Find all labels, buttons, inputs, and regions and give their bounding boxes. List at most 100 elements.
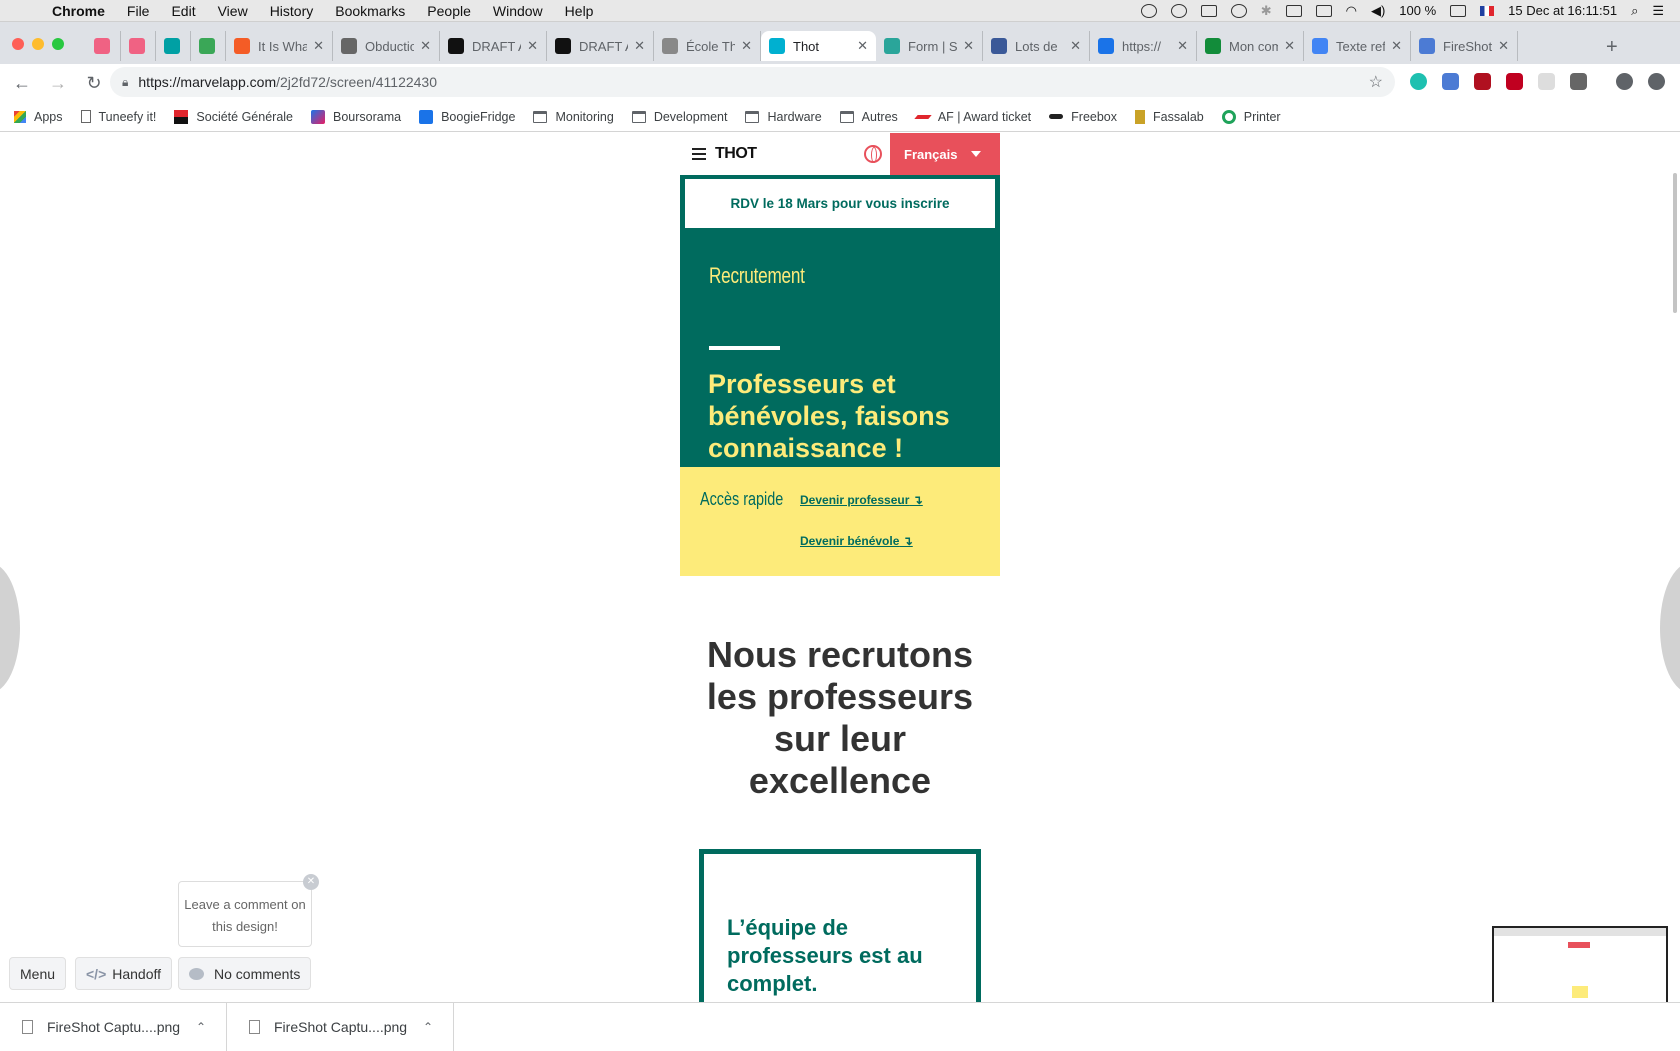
browser-tab[interactable]: École Th ✕: [654, 31, 761, 61]
close-tab-icon[interactable]: ✕: [634, 38, 645, 54]
screen-thumbnail[interactable]: [1492, 926, 1668, 1002]
status-icon[interactable]: [1140, 3, 1157, 18]
bookmark-development[interactable]: Development: [631, 110, 727, 124]
download-item[interactable]: FireShot Captu....png ⌃: [0, 1002, 227, 1051]
do-not-disturb-icon[interactable]: [1170, 3, 1187, 18]
notification-center-icon[interactable]: ☰: [1652, 3, 1664, 19]
bookmark-apps[interactable]: Apps: [14, 110, 63, 124]
browser-tab[interactable]: Texte ref ✕: [1304, 31, 1411, 61]
browser-tab[interactable]: [191, 31, 226, 61]
bookmark-hardware[interactable]: Hardware: [745, 110, 822, 124]
hamburger-menu-icon[interactable]: [692, 148, 706, 160]
browser-tab[interactable]: Lots de ✕: [983, 31, 1090, 61]
marvel-menu-button[interactable]: Menu: [9, 957, 67, 990]
browser-tab[interactable]: DRAFT A ✕: [440, 31, 547, 61]
volume-icon[interactable]: ◀): [1371, 3, 1385, 19]
extension-icon[interactable]: [1442, 73, 1459, 90]
chevron-up-icon[interactable]: ⌃: [196, 1020, 206, 1034]
extension-s-icon[interactable]: [1570, 73, 1587, 90]
airplay-icon[interactable]: [1285, 4, 1302, 17]
download-item[interactable]: FireShot Captu....png ⌃: [227, 1002, 454, 1051]
comment-prompt[interactable]: Leave a comment on this design!: [178, 881, 312, 947]
menu-bookmarks[interactable]: Bookmarks: [335, 3, 405, 19]
close-tab-icon[interactable]: ✕: [420, 38, 431, 54]
browser-tab[interactable]: [86, 31, 121, 61]
profile-avatar-icon[interactable]: [1616, 73, 1633, 90]
battery-status[interactable]: 100 %: [1399, 3, 1436, 18]
handoff-button[interactable]: </> Handoff: [75, 957, 173, 990]
minimize-window-button[interactable]: [32, 38, 44, 50]
close-tab-icon[interactable]: ✕: [1284, 38, 1295, 54]
bluetooth-icon[interactable]: ✱: [1261, 3, 1272, 19]
menu-people[interactable]: People: [427, 3, 471, 19]
browser-tab[interactable]: FireShot ✕: [1411, 31, 1518, 61]
menu-window[interactable]: Window: [493, 3, 543, 19]
previous-screen-button[interactable]: [0, 563, 20, 693]
registration-banner[interactable]: RDV le 18 Mars pour vous inscrire: [685, 179, 995, 228]
close-tab-icon[interactable]: ✕: [1070, 38, 1081, 54]
bookmark-tuneefy-it-[interactable]: Tuneefy it!: [80, 110, 156, 124]
bookmark-monitoring[interactable]: Monitoring: [533, 110, 614, 124]
new-tab-button[interactable]: +: [1606, 36, 1618, 59]
menu-history[interactable]: History: [270, 3, 314, 19]
chrome-menu-icon[interactable]: [1648, 73, 1665, 90]
chevron-up-icon[interactable]: ⌃: [423, 1020, 433, 1034]
lock-icon[interactable]: 🔒︎: [122, 75, 128, 90]
shield-extension-icon[interactable]: [1506, 73, 1523, 90]
bookmark-printer[interactable]: Printer: [1221, 109, 1281, 124]
link-devenir-professeur[interactable]: Devenir professeur ↴: [800, 493, 923, 507]
close-tab-icon[interactable]: ✕: [1498, 38, 1509, 54]
close-window-button[interactable]: [12, 38, 24, 50]
zoom-window-button[interactable]: [52, 38, 64, 50]
extension-badge-icon[interactable]: [1474, 73, 1491, 90]
browser-tab[interactable]: Form | S ✕: [876, 31, 983, 61]
flag-icon[interactable]: [1480, 5, 1495, 16]
app-menu[interactable]: Chrome: [52, 3, 105, 19]
close-tab-icon[interactable]: ✕: [527, 38, 538, 54]
browser-tab[interactable]: Mon com ✕: [1197, 31, 1304, 61]
bookmark-af-award-ticket[interactable]: AF | Award ticket: [914, 110, 1031, 124]
reload-button[interactable]: ↻: [80, 73, 108, 94]
browser-tab[interactable]: [156, 31, 191, 61]
close-tab-icon[interactable]: ✕: [963, 38, 974, 54]
wifi-icon[interactable]: ◠: [1346, 3, 1357, 19]
bookmark-boursorama[interactable]: Boursorama: [311, 109, 401, 124]
bookmark-boogiefridge[interactable]: BoogieFridge: [419, 109, 515, 124]
next-screen-button[interactable]: [1660, 563, 1680, 693]
json-extension-icon[interactable]: [1538, 73, 1555, 90]
bookmark-freebox[interactable]: Freebox: [1049, 110, 1117, 124]
close-tab-icon[interactable]: ✕: [1391, 38, 1402, 54]
keyboard-icon[interactable]: [1315, 4, 1332, 17]
close-tab-icon[interactable]: ✕: [741, 38, 752, 54]
browser-tab[interactable]: DRAFT A ✕: [547, 31, 654, 61]
browser-tab[interactable]: It Is Wha ✕: [226, 31, 333, 61]
forward-button[interactable]: →: [44, 73, 72, 94]
bookmark-autres[interactable]: Autres: [839, 110, 898, 124]
browser-tab[interactable]: Obductio ✕: [333, 31, 440, 61]
app-status-icon[interactable]: [1200, 4, 1217, 17]
close-tab-icon[interactable]: ✕: [1177, 38, 1188, 54]
menu-edit[interactable]: Edit: [171, 3, 195, 19]
close-tab-icon[interactable]: ✕: [313, 38, 324, 54]
scrollbar[interactable]: [1673, 173, 1677, 313]
menu-view[interactable]: View: [218, 3, 248, 19]
address-bar[interactable]: 🔒︎ https://marvelapp.com/2j2fd72/screen/…: [110, 67, 1395, 97]
browser-tab[interactable]: [121, 31, 156, 61]
browser-tab[interactable]: https:// ✕: [1090, 31, 1197, 61]
comments-button[interactable]: No comments: [178, 957, 312, 990]
language-selector[interactable]: Français: [890, 133, 1000, 175]
marvel-extension-icon[interactable]: [1410, 73, 1427, 90]
site-logo[interactable]: THOT: [715, 145, 757, 163]
globe-icon[interactable]: [864, 145, 882, 163]
back-button[interactable]: ←: [8, 73, 36, 94]
time-machine-icon[interactable]: [1230, 3, 1247, 18]
close-icon[interactable]: ✕: [303, 874, 319, 890]
close-tab-icon[interactable]: ✕: [857, 38, 868, 54]
menu-help[interactable]: Help: [565, 3, 594, 19]
menu-file[interactable]: File: [127, 3, 150, 19]
bookmark-soci-t-g-n-rale[interactable]: Société Générale: [174, 109, 293, 124]
spotlight-icon[interactable]: ⌕: [1631, 3, 1638, 19]
clock[interactable]: 15 Dec at 16:11:51: [1508, 3, 1617, 18]
bookmark-fassalab[interactable]: Fassalab: [1135, 109, 1204, 124]
browser-tab[interactable]: Thot ✕: [761, 31, 876, 61]
